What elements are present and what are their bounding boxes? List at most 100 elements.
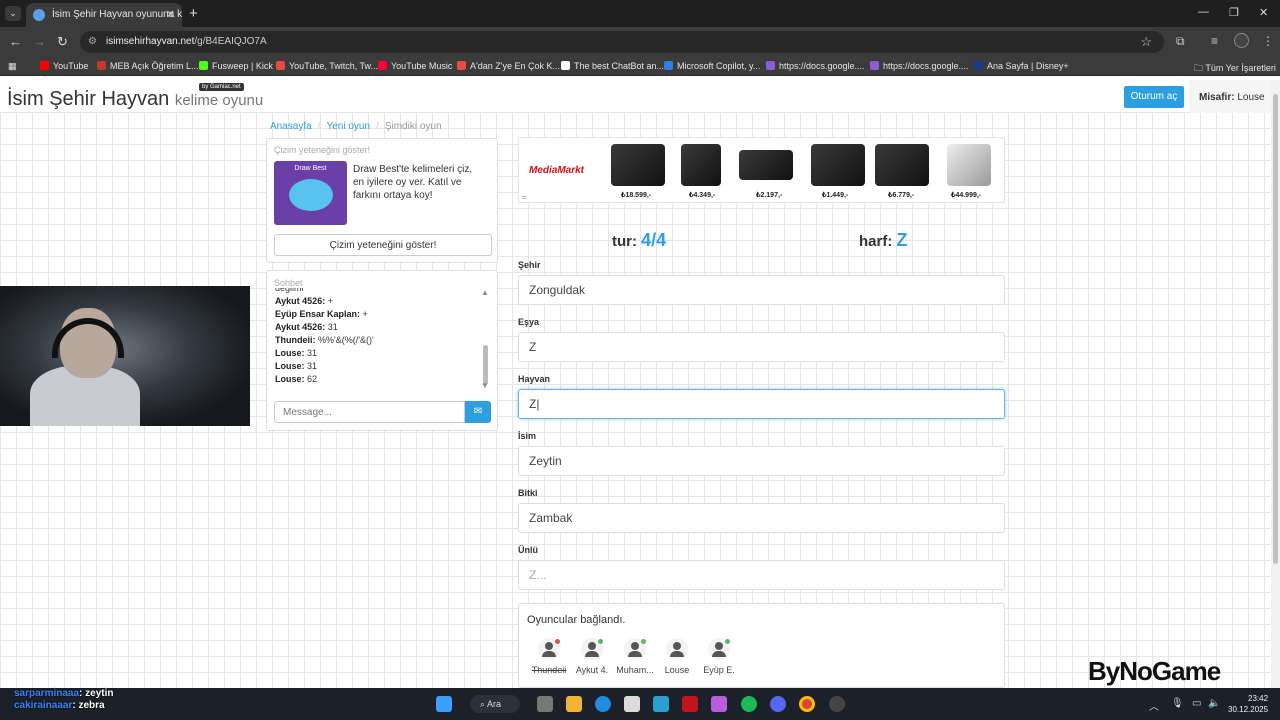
field-input-name[interactable]: Zeytin <box>518 446 1005 476</box>
discord-icon[interactable] <box>770 696 786 712</box>
bookmark-item[interactable]: YouTube, Twitch, Tw... <box>276 61 378 71</box>
close-tab-icon[interactable]: ✕ <box>166 8 175 21</box>
extensions-icon[interactable]: ⧉ <box>1176 34 1185 49</box>
chat-title: Sohbet <box>274 278 303 288</box>
chat-text: 31 <box>307 361 318 371</box>
back-icon[interactable]: ← <box>9 34 22 49</box>
player-item[interactable]: Muham... <box>613 638 657 675</box>
site-info-icon[interactable]: ⚙ <box>88 36 97 47</box>
new-tab-icon[interactable]: + <box>189 5 198 22</box>
bookmark-label: Fusweep | Kick <box>212 61 273 71</box>
breadcrumb-home[interactable]: Anasayfa <box>270 121 312 132</box>
stream-chat-line: cakirainaaar: zebra <box>0 700 114 712</box>
field-input-plant[interactable]: Zambak <box>518 503 1005 533</box>
volume-icon[interactable]: 🔈 <box>1208 698 1220 709</box>
ad-product-camera[interactable] <box>611 144 665 186</box>
minimize-icon[interactable]: — <box>1198 6 1209 18</box>
player-item[interactable]: Louse <box>655 638 699 675</box>
chat-text: 62 <box>307 374 318 384</box>
browser-tab[interactable]: İsim Şehir Hayvan oyununa kat ✕ <box>26 3 182 27</box>
bookmark-item[interactable]: Fusweep | Kick <box>199 61 273 71</box>
clock-date: 30.12.2025 <box>1228 705 1269 714</box>
ad-price: ₺1.449,- <box>822 192 849 199</box>
draw-best-image-text: Draw Best <box>294 165 327 172</box>
bookmark-item[interactable]: MEB Açık Öğretim L... <box>97 61 199 71</box>
bookmark-label: https://docs.google.... <box>779 61 865 71</box>
media-icon[interactable]: ≡ <box>1211 34 1218 48</box>
player-item[interactable]: Eyüp E. <box>697 638 741 675</box>
copilot-icon[interactable] <box>711 696 727 712</box>
field-input-celebrity[interactable]: Z... <box>518 560 1005 590</box>
breadcrumb-new-game[interactable]: Yeni oyun <box>326 121 370 132</box>
tray-chevron-icon[interactable]: ︿ <box>1149 698 1159 713</box>
reload-icon[interactable]: ↻ <box>57 34 68 50</box>
bookmark-item[interactable]: YouTube Music <box>378 61 452 71</box>
edge-icon[interactable] <box>595 696 611 712</box>
address-bar[interactable]: ⚙ isimsehirhayvan.net/g/B4EAIQJO7A ☆ <box>80 31 1164 53</box>
player-avatar-icon <box>708 638 730 660</box>
bookmark-item[interactable]: https://docs.google.... <box>766 61 865 71</box>
site-header: İsim Şehir Hayvan kelime oyunu by Gamiac… <box>0 80 1271 113</box>
field-input-item[interactable]: Z <box>518 332 1005 362</box>
chat-author: Louse: <box>275 374 305 384</box>
obs-icon[interactable] <box>829 696 845 712</box>
taskbar-search[interactable]: ⌕ Ara <box>470 695 520 713</box>
bookmark-item[interactable]: Ana Sayfa | Disney+ <box>974 61 1069 71</box>
bookmark-item[interactable]: Microsoft Copilot, y... <box>664 61 760 71</box>
field-input-animal[interactable]: Z| <box>518 389 1005 419</box>
menu-icon[interactable]: ⋮ <box>1262 34 1274 48</box>
chat-message-input[interactable] <box>274 401 465 423</box>
netflix-icon[interactable] <box>682 696 698 712</box>
tab-search-icon[interactable]: ⌄ <box>5 6 21 21</box>
close-window-icon[interactable]: ✕ <box>1259 6 1268 19</box>
player-item[interactable]: Aykut 4. <box>570 638 614 675</box>
store-icon[interactable] <box>624 696 640 712</box>
bookmark-item[interactable]: The best ChatBot an... <box>561 61 664 71</box>
bookmark-item[interactable]: https://docs.google.... <box>870 61 969 71</box>
ad-product-actioncam[interactable] <box>875 144 929 186</box>
guest-user[interactable]: Misafir: Louse <box>1189 80 1271 113</box>
ad-product-dashcam[interactable] <box>811 144 865 186</box>
send-message-button[interactable]: ✉ <box>465 401 491 423</box>
page-scrollbar[interactable] <box>1271 80 1280 688</box>
spotify-icon[interactable] <box>741 696 757 712</box>
mediamarkt-ad[interactable]: MediaMarkt ₺18.599,- ₺4.349,- ₺2.197,- ₺… <box>518 137 1005 203</box>
draw-best-image[interactable]: Draw Best <box>274 161 347 225</box>
chat-scrollbar[interactable] <box>483 295 489 391</box>
player-item[interactable]: Thundeii <box>527 638 571 675</box>
task-view-icon[interactable] <box>537 696 553 712</box>
bookmark-favicon-icon <box>766 61 775 70</box>
ad-product-drone[interactable] <box>739 150 793 180</box>
microphone-icon[interactable]: 🎙 <box>1171 698 1184 709</box>
chat-message: Aykut 4526: 31 <box>275 321 481 334</box>
toolbar: ← → ↻ ⚙ isimsehirhayvan.net/g/B4EAIQJO7A… <box>0 27 1280 57</box>
bookmark-label: https://docs.google.... <box>883 61 969 71</box>
promo-title: Çizim yeteneğini göster! <box>274 145 371 155</box>
brand-title: İsim Şehir Hayvan <box>7 88 170 110</box>
bookmark-item[interactable]: YouTube <box>40 61 88 71</box>
clock[interactable]: 23:42 30.12.2025 <box>1228 693 1268 715</box>
players-title: Oyuncular bağlandı. <box>527 614 626 626</box>
bookmark-star-icon[interactable]: ☆ <box>1140 34 1152 50</box>
bookmark-label: YouTube Music <box>391 61 453 71</box>
bookmark-item[interactable]: A'dan Z'ye En Çok K... <box>457 61 560 71</box>
profile-avatar[interactable] <box>1234 33 1249 48</box>
network-icon[interactable]: ▭ <box>1192 698 1201 709</box>
start-icon[interactable] <box>436 696 452 712</box>
gamiac-badge[interactable]: by Gamiac.net <box>199 83 244 91</box>
forward-icon[interactable]: → <box>33 34 46 49</box>
file-explorer-icon[interactable] <box>566 696 582 712</box>
chrome-icon[interactable] <box>799 696 815 712</box>
ad-product-pc[interactable] <box>947 144 991 186</box>
ad-info-icon[interactable]: = <box>522 193 527 202</box>
apps-icon[interactable]: ▦ <box>8 61 17 72</box>
draw-best-button[interactable]: Çizim yeteneğini göster! <box>274 234 492 256</box>
scroll-down-icon[interactable]: ▼ <box>481 381 489 390</box>
all-bookmarks[interactable]: 🗀 Tüm Yer İşaretleri <box>1194 61 1276 77</box>
ad-product-gimbal[interactable] <box>681 144 721 186</box>
terminal-icon[interactable] <box>653 696 669 712</box>
field-input-city[interactable]: Zonguldak <box>518 275 1005 305</box>
login-button[interactable]: Oturum aç <box>1124 86 1184 108</box>
maximize-icon[interactable]: ❐ <box>1229 6 1239 19</box>
site-logo[interactable]: İsim Şehir Hayvan kelime oyunu <box>7 88 263 111</box>
